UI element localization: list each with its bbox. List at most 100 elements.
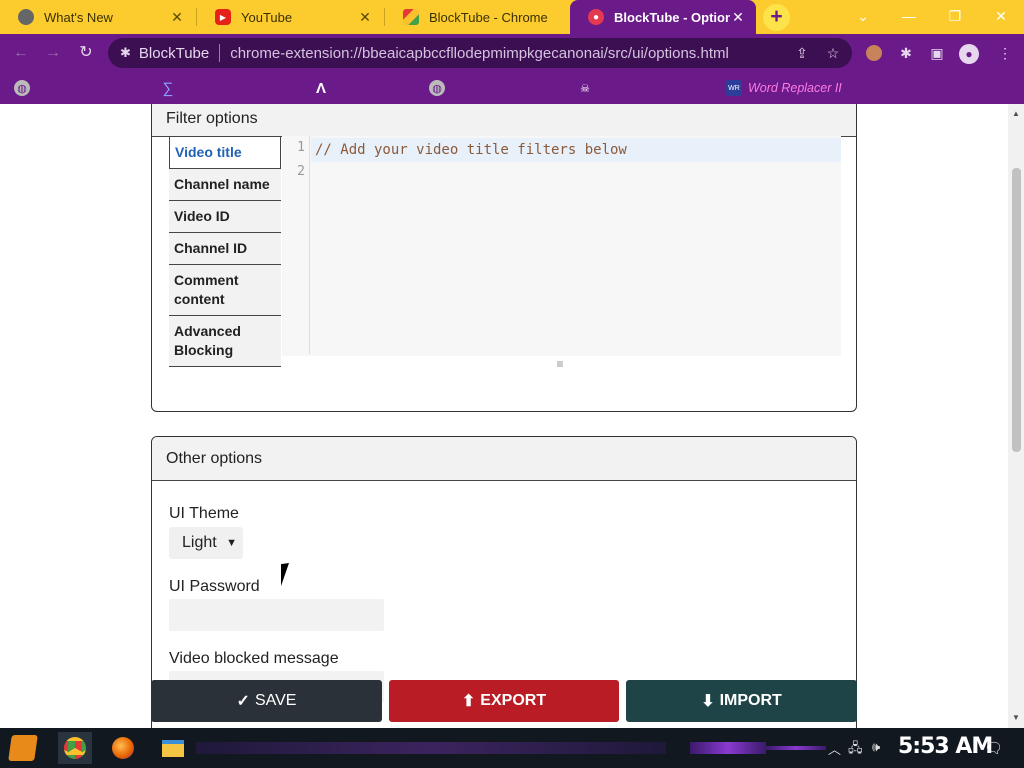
bookmark-item[interactable]: ☠ bbox=[577, 79, 599, 97]
scroll-thumb[interactable] bbox=[1012, 168, 1021, 452]
import-button[interactable]: ⬇ IMPORT bbox=[626, 680, 857, 722]
globe-icon: ◍ bbox=[429, 80, 445, 96]
forward-icon[interactable]: → bbox=[42, 42, 64, 64]
taskbar-decoration bbox=[196, 742, 666, 754]
extension-avatar-icon[interactable] bbox=[863, 42, 885, 64]
bookmark-word-replacer[interactable]: WR Word Replacer II bbox=[726, 79, 842, 97]
close-icon[interactable]: ✕ bbox=[169, 9, 185, 26]
bookmarks-bar: ◍ ∑ Λ ◍ ☠ WR Word Replacer II bbox=[0, 72, 1024, 104]
ui-theme-value: Light bbox=[182, 534, 217, 551]
code-line[interactable] bbox=[311, 162, 841, 186]
editor-resize-handle[interactable]: ≡ bbox=[554, 357, 566, 371]
back-icon[interactable]: ← bbox=[10, 42, 32, 64]
start-icon[interactable] bbox=[6, 732, 40, 764]
tray-overflow-icon[interactable]: ︿ bbox=[828, 739, 841, 758]
network-icon[interactable]: 🖧 bbox=[848, 739, 863, 761]
blocktube-icon: ● bbox=[588, 9, 604, 25]
import-label: IMPORT bbox=[719, 692, 782, 709]
tab-blocktube-store[interactable]: BlockTube - Chrome bbox=[385, 0, 569, 34]
ui-theme-select[interactable]: Light ▼ bbox=[169, 527, 243, 559]
line-number-gutter: 1 2 bbox=[282, 136, 310, 354]
chrome-taskbar-icon[interactable] bbox=[58, 732, 92, 764]
tab-title: YouTube bbox=[241, 9, 293, 25]
filter-options-card: Filter options Video title Channel name … bbox=[151, 104, 857, 412]
taskbar: ︿ 🖧 🕪 5:53 AM 🗨 bbox=[0, 728, 1024, 768]
address-bar[interactable]: ✱ BlockTube chrome-extension://bbeaicapb… bbox=[108, 38, 852, 68]
new-tab-button[interactable]: + bbox=[763, 4, 790, 31]
tab-whats-new[interactable]: What's New ✕ bbox=[0, 0, 195, 34]
taskbar-clock[interactable]: 5:53 AM bbox=[898, 734, 993, 759]
reload-icon[interactable]: ↻ bbox=[75, 42, 97, 64]
filter-editor[interactable]: 1 2 // Add your video title filters belo… bbox=[282, 136, 841, 356]
upload-icon: ⬆ bbox=[461, 693, 476, 710]
page-scrollbar[interactable]: ▲ ▼ bbox=[1008, 104, 1024, 728]
omnibox-divider bbox=[219, 44, 221, 62]
filter-tab-list: Video title Channel name Video ID Channe… bbox=[169, 136, 281, 367]
sigma-icon: ∑ bbox=[162, 79, 174, 97]
volume-icon[interactable]: 🕪 bbox=[872, 739, 880, 755]
download-icon: ⬇ bbox=[701, 693, 715, 710]
bookmark-item[interactable]: Λ bbox=[313, 79, 335, 97]
tab-comment-content[interactable]: Comment content bbox=[169, 265, 281, 316]
other-options-header: Other options bbox=[152, 437, 856, 481]
puzzle-icon: ✱ bbox=[120, 45, 131, 60]
mouse-cursor-icon bbox=[281, 561, 297, 587]
line-number: 1 bbox=[297, 140, 305, 155]
side-panel-icon[interactable]: ▣ bbox=[926, 42, 948, 64]
tab-channel-name[interactable]: Channel name bbox=[169, 169, 281, 201]
url-text: chrome-extension://bbeaicapbccfllodepmim… bbox=[230, 44, 729, 62]
webstore-icon bbox=[403, 9, 419, 25]
close-window-icon[interactable]: ✕ bbox=[978, 0, 1024, 34]
tab-youtube[interactable]: ▶ YouTube ✕ bbox=[197, 0, 383, 34]
taskbar-decoration bbox=[766, 746, 826, 750]
options-page: Filter options Video title Channel name … bbox=[0, 104, 1008, 728]
save-label: SAVE bbox=[254, 692, 297, 709]
skull-icon: ☠ bbox=[580, 82, 590, 95]
chevron-down-icon: ▼ bbox=[226, 537, 237, 549]
wr-icon: WR bbox=[726, 80, 742, 96]
bookmark-label: Word Replacer II bbox=[748, 81, 842, 95]
bookmark-item[interactable]: ◍ bbox=[14, 79, 36, 97]
extensions-puzzle-icon[interactable]: ✱ bbox=[895, 42, 917, 64]
tab-title: What's New bbox=[44, 9, 113, 25]
site-label: BlockTube bbox=[138, 44, 210, 62]
tab-advanced-blocking[interactable]: Advanced Blocking bbox=[169, 316, 281, 367]
export-button[interactable]: ⬆ EXPORT bbox=[389, 680, 619, 722]
chrome-icon bbox=[18, 9, 34, 25]
filter-options-header: Filter options bbox=[152, 104, 856, 137]
profile-icon[interactable]: ● bbox=[958, 42, 980, 64]
restore-icon[interactable]: ❐ bbox=[932, 0, 978, 34]
ui-theme-label: UI Theme bbox=[169, 505, 239, 522]
line-number: 2 bbox=[297, 164, 305, 179]
menu-icon[interactable]: ⋮ bbox=[994, 42, 1016, 64]
tab-search-icon[interactable]: ⌄ bbox=[840, 0, 886, 34]
tab-title: BlockTube - Options bbox=[614, 9, 730, 25]
scroll-down-icon[interactable]: ▼ bbox=[1008, 710, 1024, 726]
code-line[interactable]: // Add your video title filters below bbox=[311, 138, 841, 162]
ui-password-input[interactable] bbox=[169, 599, 384, 631]
save-button[interactable]: ✓ SAVE bbox=[151, 680, 382, 722]
close-icon[interactable]: ✕ bbox=[357, 9, 373, 26]
tab-channel-id[interactable]: Channel ID bbox=[169, 233, 281, 265]
bookmark-item[interactable]: ∑ bbox=[160, 79, 182, 97]
close-icon[interactable]: ✕ bbox=[730, 9, 746, 26]
tab-video-title[interactable]: Video title bbox=[169, 136, 281, 169]
minimize-icon[interactable]: — bbox=[886, 0, 932, 34]
notification-icon[interactable]: 🗨 bbox=[984, 739, 1003, 757]
bookmark-star-icon[interactable]: ☆ bbox=[822, 42, 844, 64]
youtube-icon: ▶ bbox=[215, 9, 231, 25]
bookmark-item[interactable]: ◍ bbox=[429, 79, 451, 97]
export-label: EXPORT bbox=[480, 692, 547, 709]
tab-blocktube-options[interactable]: ● BlockTube - Options ✕ bbox=[570, 0, 756, 34]
share-icon[interactable]: ⇪ bbox=[791, 42, 813, 64]
file-explorer-taskbar-icon[interactable] bbox=[156, 732, 190, 764]
firefox-taskbar-icon[interactable] bbox=[106, 732, 140, 764]
scroll-up-icon[interactable]: ▲ bbox=[1008, 106, 1024, 122]
ui-password-label: UI Password bbox=[169, 578, 260, 595]
taskbar-decoration bbox=[690, 742, 766, 754]
tab-video-id[interactable]: Video ID bbox=[169, 201, 281, 233]
globe-icon: ◍ bbox=[14, 80, 30, 96]
action-bar: ✓ SAVE ⬆ EXPORT ⬇ IMPORT bbox=[151, 680, 857, 722]
tab-strip: What's New ✕ ▶ YouTube ✕ BlockTube - Chr… bbox=[0, 0, 1024, 34]
lambda-icon: Λ bbox=[315, 79, 326, 97]
